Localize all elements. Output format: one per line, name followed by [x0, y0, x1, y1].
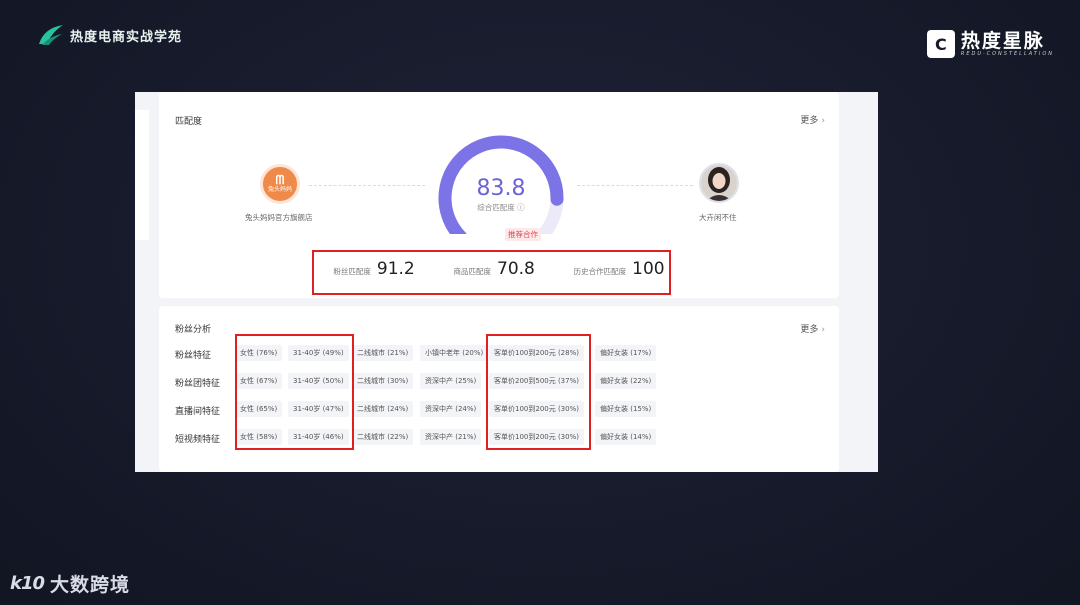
fans-tag: 二线城市 (30%) — [352, 373, 414, 389]
brand-top-left: 热度电商实战学苑 — [38, 24, 182, 46]
brand-avatar[interactable]: ᗰ 兔头妈妈 — [260, 164, 300, 204]
brand-bottom-left-text: 大数跨境 — [50, 574, 131, 596]
match-more-link[interactable]: 更多 › — [800, 113, 825, 126]
fans-row-label: 粉丝特征 — [175, 351, 212, 361]
k10-logo-icon: k10 — [10, 573, 45, 594]
fans-row-label: 粉丝团特征 — [175, 379, 221, 389]
dashed-connector-left — [309, 185, 425, 186]
fans-tag: 资深中产 (24%) — [420, 401, 482, 417]
fans-tag: 偏好女装 (15%) — [595, 401, 657, 417]
fans-tag: 资深中产 (21%) — [420, 429, 482, 445]
chevron-right-icon: › — [821, 116, 825, 126]
highlight-box-metrics — [312, 250, 671, 295]
fans-title: 粉丝分析 — [175, 325, 212, 335]
person-photo-icon — [701, 165, 737, 201]
highlight-box-price — [486, 334, 591, 450]
fans-more-link[interactable]: 更多 › — [800, 322, 825, 335]
fans-row-label: 短视频特征 — [175, 435, 221, 445]
fans-tag: 小镇中老年 (20%) — [420, 345, 489, 361]
fans-tag: 偏好女装 (17%) — [595, 345, 657, 361]
dashed-connector-right — [577, 185, 693, 186]
brand-top-left-text: 热度电商实战学苑 — [70, 29, 183, 45]
user-avatar[interactable] — [699, 163, 739, 203]
overall-score: 83.8 — [476, 176, 526, 201]
fans-tag: 二线城市 (21%) — [352, 345, 414, 361]
brand-name: 兔头妈妈官方旗舰店 — [245, 213, 313, 222]
user-name: 大卉闲不住 — [699, 213, 737, 222]
fans-tag: 偏好女装 (22%) — [595, 373, 657, 389]
fans-tag: 二线城市 (22%) — [352, 429, 414, 445]
brand-bottom-left: k10 大数跨境 — [10, 570, 130, 597]
fans-tag: 二线城市 (24%) — [352, 401, 414, 417]
fans-row-label: 直播间特征 — [175, 407, 221, 417]
recommend-badge: 推荐合作 — [505, 228, 541, 241]
fans-tag: 偏好女装 (14%) — [595, 429, 657, 445]
match-title: 匹配度 — [175, 117, 203, 127]
brand-top-right-subtitle: REDU·CONSTELLATION — [960, 51, 1054, 57]
swoosh-logo-icon — [38, 24, 64, 46]
embedded-screenshot: 匹配度 更多 › ᗰ 兔头妈妈 兔头妈妈官方旗舰店 大卉闲不住 83.8 综合匹… — [135, 92, 878, 472]
brand-top-right-title: 热度星脉 — [960, 30, 1045, 52]
left-panel-strip — [135, 110, 149, 240]
brand-top-right: C 热度星脉 REDU·CONSTELLATION — [926, 30, 1054, 58]
overall-score-label: 综合匹配度 ⓘ — [477, 203, 525, 212]
constellation-logo-icon: C — [926, 30, 955, 58]
rabbit-ears-icon: ᗰ — [275, 173, 285, 187]
highlight-box-gender-age — [235, 334, 354, 450]
chevron-right-icon: › — [821, 325, 825, 335]
fans-tag: 资深中产 (25%) — [420, 373, 482, 389]
